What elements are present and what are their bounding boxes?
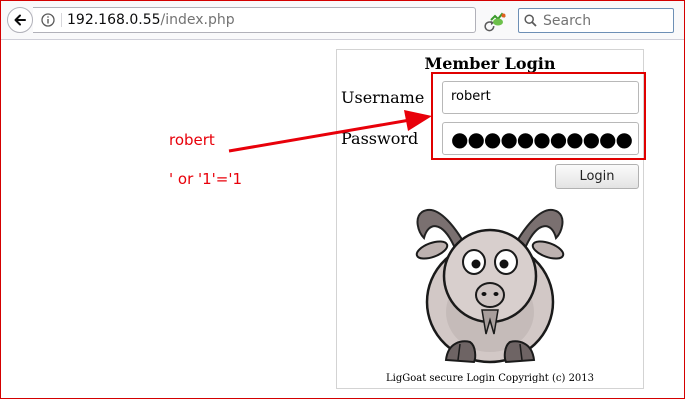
url-bar[interactable]: 192.168.0.55/index.php (33, 7, 495, 33)
url-path: /index.php (160, 12, 235, 28)
password-label: Password (341, 129, 419, 148)
login-button[interactable]: Login (555, 164, 639, 189)
copyright-text: LigGoat secure Login Copyright (c) 2013 (385, 373, 595, 384)
url-host: 192.168.0.55 (67, 12, 161, 28)
annotation-username-text: robert (169, 131, 215, 149)
url-text[interactable]: 192.168.0.55/index.php (67, 12, 235, 28)
login-title: Member Login (424, 54, 556, 73)
annotation-password-text: ' or '1'='1 (169, 170, 243, 188)
addon-icon[interactable] (489, 11, 507, 27)
goat-mascot (415, 209, 565, 364)
info-icon[interactable] (41, 13, 55, 27)
back-arrow-icon (14, 14, 26, 26)
password-input[interactable]: ●●●●●●●●●●● (442, 122, 639, 155)
url-separator (61, 13, 62, 27)
back-button[interactable] (7, 7, 33, 33)
search-bar[interactable]: Search (518, 8, 674, 33)
search-placeholder: Search (543, 13, 592, 29)
username-label: Username (341, 88, 425, 107)
username-input[interactable]: robert (442, 81, 639, 114)
browser-toolbar: 192.168.0.55/index.php Search (1, 1, 684, 40)
search-icon (524, 14, 537, 27)
